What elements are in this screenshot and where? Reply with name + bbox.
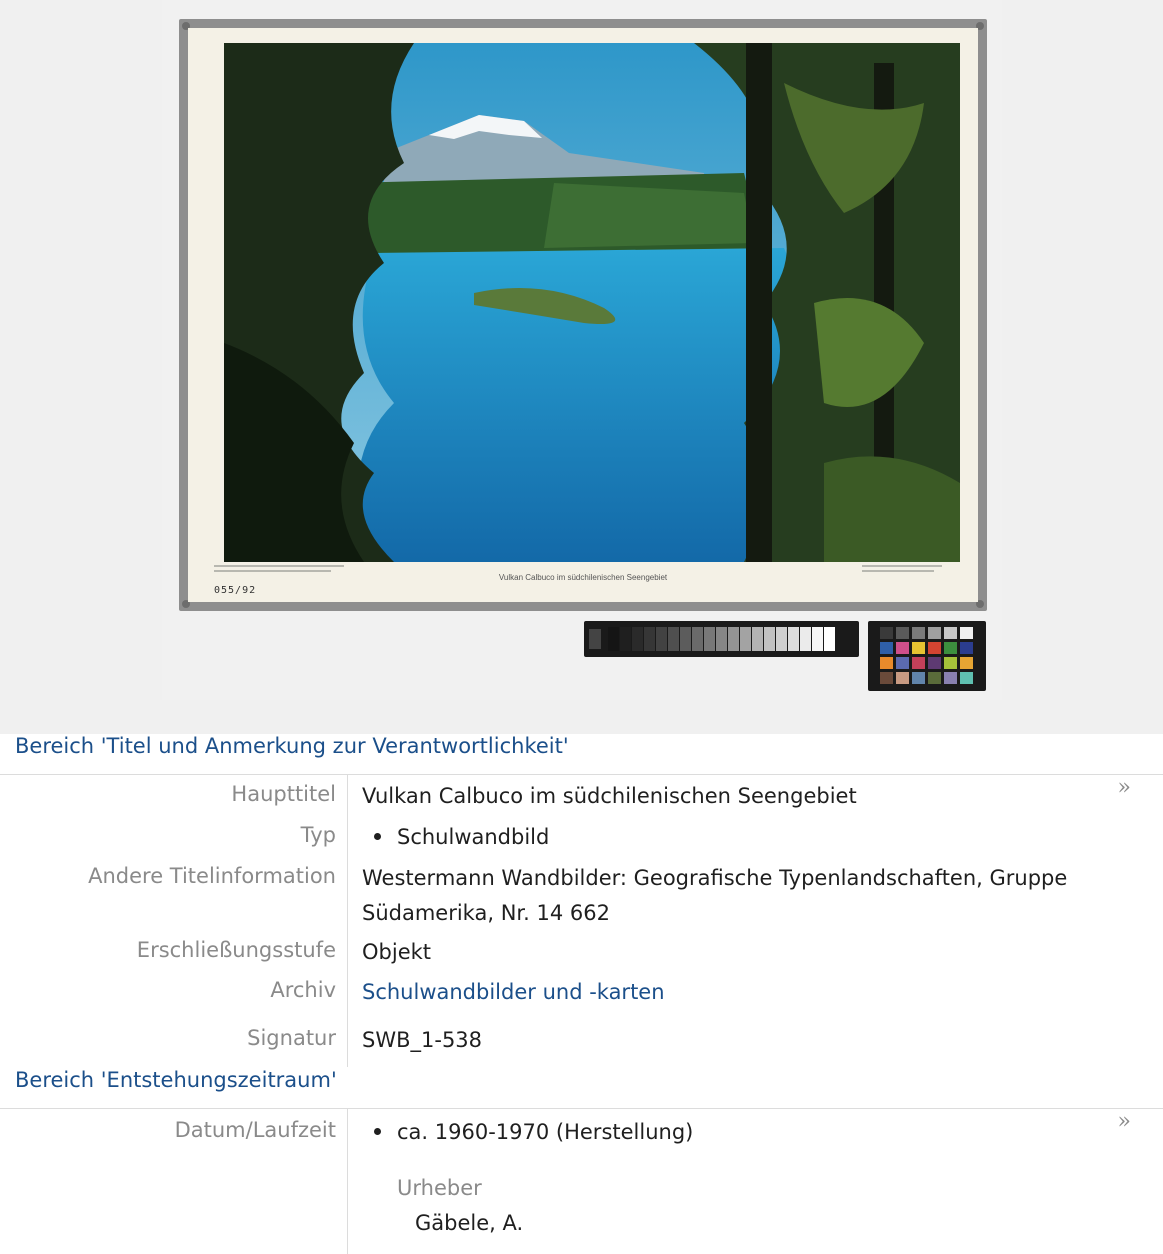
field-value-erschliessungsstufe: Objekt: [362, 940, 432, 964]
typ-value-text: Schulwandbild: [397, 825, 550, 849]
poster-paper: Vulkan Calbuco im südchilenischen Seenge…: [188, 28, 978, 602]
section-header-titel: Bereich 'Titel und Anmerkung zur Verantw…: [0, 734, 1163, 775]
field-label: Andere Titelinformation: [88, 864, 336, 888]
landscape-illustration: [224, 43, 960, 562]
archiv-link[interactable]: Schulwandbilder und -karten: [362, 975, 1122, 1010]
target-label: [589, 629, 601, 649]
landscape-photo: [224, 43, 960, 562]
section-body-entstehungszeitraum: » Datum/Laufzeit ca. 1960-1970 (Herstell…: [0, 1109, 1163, 1254]
image-viewer[interactable]: Vulkan Calbuco im südchilenischen Seenge…: [0, 0, 1163, 734]
poster-caption: Vulkan Calbuco im südchilenischen Seenge…: [498, 573, 668, 582]
section-title-entstehungszeitraum[interactable]: Bereich 'Entstehungszeitraum': [15, 1068, 337, 1092]
field-value-andere-titelinformation: Westermann Wandbilder: Geografische Type…: [362, 866, 1068, 925]
gray-scale-target: [584, 621, 859, 657]
bullet-icon: [362, 1120, 397, 1144]
section-header-entstehungszeitraum: Bereich 'Entstehungszeitraum': [0, 1068, 1163, 1109]
section-body-titel: » Haupttitel Vulkan Calbuco im südchilen…: [0, 775, 1163, 1067]
field-label: Signatur: [247, 1026, 336, 1050]
urheber-value: Gäbele, A.: [415, 1211, 524, 1235]
color-patches: [880, 627, 973, 684]
field-value-haupttitel: Vulkan Calbuco im südchilenischen Seenge…: [362, 784, 857, 808]
field-value-signatur: SWB_1-538: [362, 1028, 483, 1052]
field-label: Haupttitel: [231, 782, 336, 806]
poster-number: 055/92: [214, 585, 257, 596]
gray-steps: [608, 627, 836, 651]
datum-value-text: ca. 1960-1970 (Herstellung): [397, 1120, 694, 1144]
column-divider: [347, 1109, 348, 1254]
field-label: Erschließungsstufe: [136, 938, 336, 962]
section-title-titel[interactable]: Bereich 'Titel und Anmerkung zur Verantw…: [15, 734, 569, 758]
column-divider: [347, 775, 348, 1067]
field-value-typ: Schulwandbild: [362, 820, 1122, 855]
urheber-label: Urheber: [397, 1176, 482, 1200]
bullet-icon: [362, 825, 397, 849]
field-value-datum: ca. 1960-1970 (Herstellung): [362, 1115, 1122, 1150]
field-label: Typ: [300, 823, 336, 847]
field-label: Archiv: [270, 978, 336, 1002]
poster-image[interactable]: Vulkan Calbuco im südchilenischen Seenge…: [179, 19, 987, 611]
color-checker-target: [868, 621, 986, 691]
field-label: Datum/Laufzeit: [174, 1118, 336, 1142]
